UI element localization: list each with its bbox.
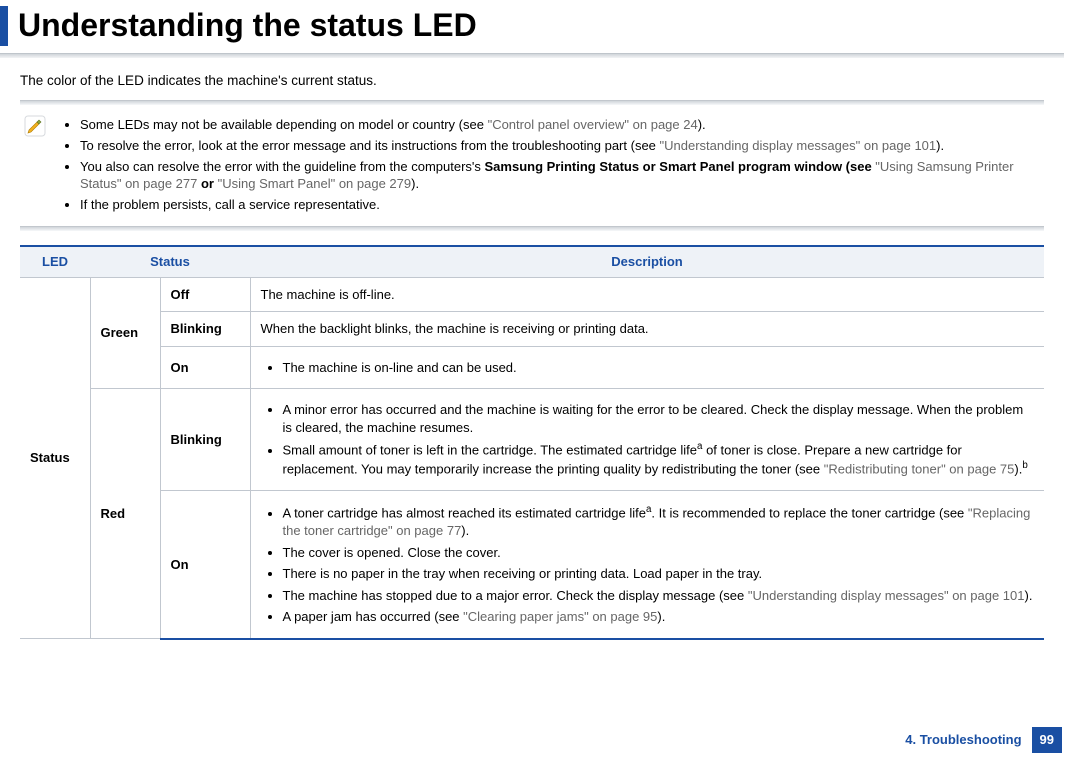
desc-item: Small amount of toner is left in the car… [283,440,1035,478]
note-item: You also can resolve the error with the … [80,158,1034,193]
cross-reference[interactable]: "Using Smart Panel" on page 279 [218,176,412,191]
note-item: Some LEDs may not be available depending… [80,116,1034,134]
state-on: On [160,346,250,389]
desc-item: The cover is opened. Close the cover. [283,544,1035,562]
desc-cell: When the backlight blinks, the machine i… [250,312,1044,347]
note-item: If the problem persists, call a service … [80,196,1034,214]
desc-cell: The machine is on-line and can be used. [250,346,1044,389]
chapter-label: 4. Troubleshooting [905,731,1021,749]
led-name-cell: Status [20,277,90,639]
desc-item: The machine has stopped due to a major e… [283,587,1035,605]
title-bar: Understanding the status LED [0,0,1064,47]
desc-item: A minor error has occurred and the machi… [283,401,1035,436]
desc-item: There is no paper in the tray when recei… [283,565,1035,583]
note-rule-bottom [20,226,1044,231]
title-accent [0,6,8,46]
note-block: Some LEDs may not be available depending… [20,100,1044,231]
desc-cell: A minor error has occurred and the machi… [250,389,1044,491]
status-led-table: LED Status Description Status Green Off … [20,245,1044,640]
state-off: Off [160,277,250,312]
state-blinking: Blinking [160,312,250,347]
desc-cell: A toner cartridge has almost reached its… [250,491,1044,639]
state-on: On [160,491,250,639]
cross-reference[interactable]: "Understanding display messages" on page… [660,138,937,153]
note-item: To resolve the error, look at the error … [80,137,1034,155]
cross-reference[interactable]: "Control panel overview" on page 24 [488,117,698,132]
state-blinking: Blinking [160,389,250,491]
th-led: LED [20,246,90,277]
desc-cell: The machine is off-line. [250,277,1044,312]
note-icon [20,113,52,216]
note-list: Some LEDs may not be available depending… [52,113,1044,216]
cross-reference[interactable]: "Understanding display messages" on page… [748,588,1025,603]
title-underline [0,53,1064,58]
desc-item: A paper jam has occurred (see "Clearing … [283,608,1035,626]
intro-text: The color of the LED indicates the machi… [20,72,1064,90]
th-description: Description [250,246,1044,277]
th-status: Status [90,246,250,277]
color-red-cell: Red [90,389,160,639]
desc-item: A toner cartridge has almost reached its… [283,503,1035,539]
page-number: 99 [1032,727,1062,753]
color-green-cell: Green [90,277,160,389]
cross-reference[interactable]: "Redistributing toner" on page 75 [824,462,1015,477]
cross-reference[interactable]: "Clearing paper jams" on page 95 [463,609,657,624]
page-footer: 4. Troubleshooting 99 [905,727,1062,753]
page-title: Understanding the status LED [18,4,477,47]
